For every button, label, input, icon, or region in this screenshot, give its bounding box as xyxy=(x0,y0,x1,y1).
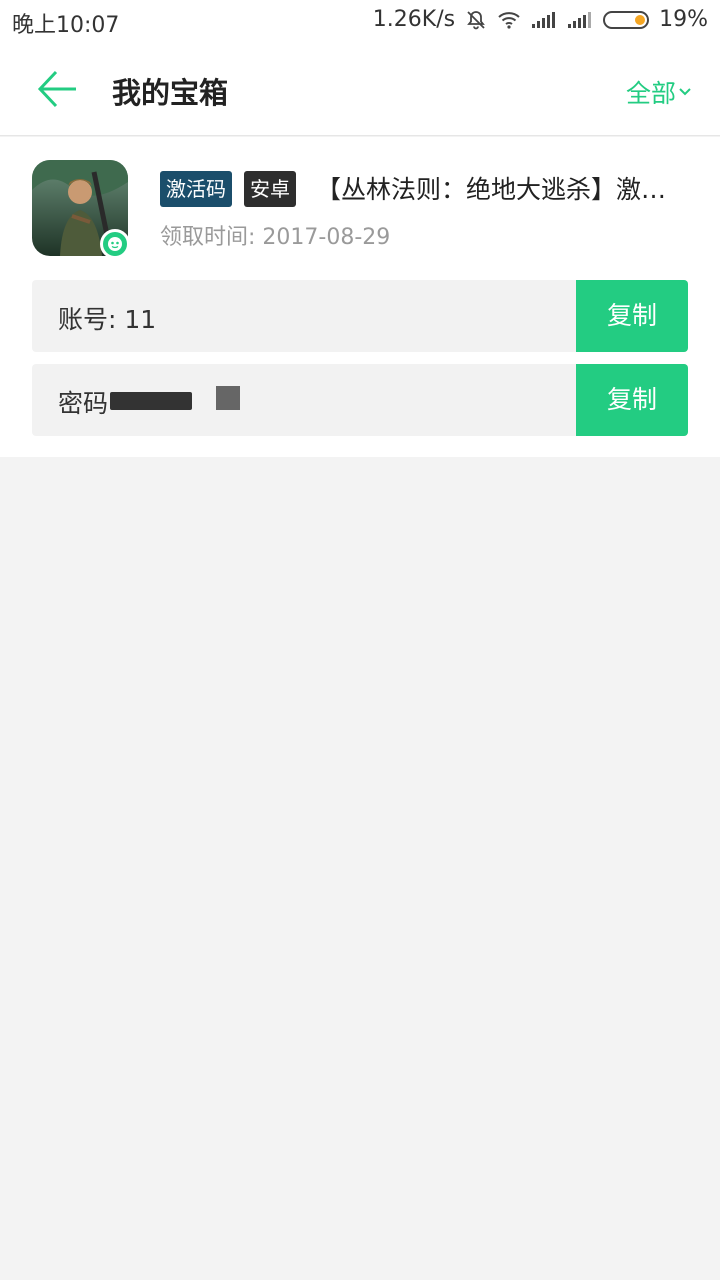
mute-bell-icon xyxy=(465,9,487,31)
chevron-down-icon xyxy=(679,88,691,96)
battery-percent: 19% xyxy=(659,7,708,32)
signal-icon xyxy=(531,11,557,29)
account-row: 账号: 11 复制 xyxy=(32,280,688,352)
app-bar: 我的宝箱 全部 xyxy=(0,42,720,136)
back-button[interactable] xyxy=(36,68,78,110)
treasure-item-card: 激活码 安卓 【丛林法则：绝地大逃杀】激活码 领取时间: 2017-08-29 … xyxy=(0,137,720,457)
account-label: 账号: 11 xyxy=(58,305,157,334)
redacted-mark-2 xyxy=(216,386,240,410)
filter-dropdown[interactable]: 全部 xyxy=(626,74,692,110)
page-title: 我的宝箱 xyxy=(112,76,229,110)
wifi-icon xyxy=(497,10,521,30)
back-arrow-icon xyxy=(37,70,76,108)
redacted-mark xyxy=(110,392,192,410)
password-row: 密码 复制 xyxy=(32,364,688,436)
copy-password-button[interactable]: 复制 xyxy=(576,364,688,436)
claim-time: 领取时间: 2017-08-29 xyxy=(160,225,391,250)
tag-list: 激活码 安卓 xyxy=(160,171,296,207)
tag-activation-code: 激活码 xyxy=(160,171,232,207)
game-title: 【丛林法则：绝地大逃杀】激活码 xyxy=(316,175,686,204)
filter-label: 全部 xyxy=(625,79,676,108)
net-speed: 1.26K/s xyxy=(372,7,456,32)
signal-icon-2 xyxy=(567,11,593,29)
battery-icon xyxy=(603,10,650,29)
status-bar: 晚上10:07 1.26K/s 19% xyxy=(0,0,720,42)
status-time: 晚上10:07 xyxy=(12,13,120,38)
app-badge-icon xyxy=(100,229,130,259)
password-label: 密码 xyxy=(58,389,109,418)
tag-android: 安卓 xyxy=(244,171,296,207)
copy-account-button[interactable]: 复制 xyxy=(576,280,688,352)
